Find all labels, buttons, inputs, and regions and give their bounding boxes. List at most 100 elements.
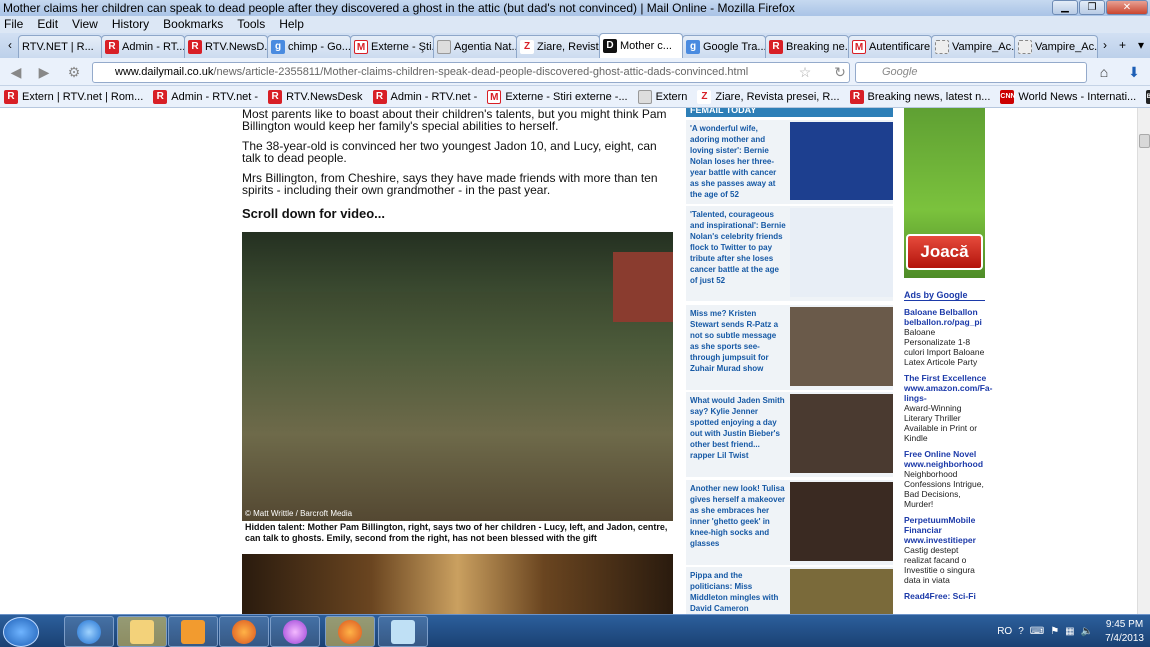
menu-item[interactable]: Edit — [37, 16, 58, 33]
new-tab-icon[interactable]: + — [1113, 33, 1132, 58]
bookmark-item[interactable]: R Extern | RTV.net | Rom... — [4, 89, 143, 104]
tab-5[interactable]: Agentia Nat... — [433, 35, 517, 58]
tab-4[interactable]: M Externe - Şti... — [350, 35, 434, 58]
femail-item[interactable]: What would Jaden Smith say? Kylie Jenner… — [686, 392, 893, 477]
start-button[interactable] — [3, 617, 39, 647]
tab-scroll-left-icon[interactable]: ‹ — [2, 33, 18, 58]
femail-item-thumbnail[interactable] — [790, 569, 893, 614]
reload-icon[interactable]: ↻ — [830, 62, 850, 82]
ad-url[interactable]: belballon.ro/pag_pi — [904, 317, 987, 327]
ad-headline[interactable]: Free Online Novel — [904, 449, 987, 459]
tab-10[interactable]: M Autentificare — [848, 35, 932, 58]
search-input[interactable]: Google — [855, 62, 1087, 83]
network-icon[interactable]: ▦ — [1065, 626, 1074, 637]
bookmark-item[interactable]: R Admin - RTV.net - — [153, 89, 258, 104]
page-content: Most parents like to boast about their c… — [0, 108, 1137, 614]
back-button[interactable]: ◀ — [6, 62, 26, 82]
clock[interactable]: 9:45 PM 7/4/2013 — [1105, 618, 1144, 646]
navigation-bar: ◀ ▶ ⚙ www.dailymail.co.uk/news/article-2… — [0, 58, 1150, 86]
bookmark-item[interactable]: CNN World News - Internati... — [1000, 89, 1136, 104]
bookmark-star-icon[interactable]: ☆ — [795, 62, 815, 82]
femail-item[interactable]: Pippa and the politicians: Miss Middleto… — [686, 567, 893, 614]
femail-item-thumbnail[interactable] — [790, 208, 893, 297]
tab-scroll-right-icon[interactable]: › — [1097, 33, 1113, 58]
femail-item-thumbnail[interactable] — [790, 394, 893, 473]
language-indicator[interactable]: RO — [997, 626, 1012, 637]
menu-item[interactable]: Help — [279, 16, 304, 33]
flag-icon[interactable]: ⚑ — [1050, 626, 1059, 637]
femail-item-headline[interactable]: Miss me? Kristen Stewart sends R-Patz a … — [686, 305, 786, 390]
femail-item-headline[interactable]: 'A wonderful wife, adoring mother and lo… — [686, 120, 786, 204]
tab-1[interactable]: R Admin - RT... — [101, 35, 185, 58]
tab-7[interactable]: D Mother c... — [599, 33, 683, 58]
femail-item-headline[interactable]: 'Talented, courageous and inspirational'… — [686, 206, 786, 301]
taskbar-media-icon[interactable] — [168, 616, 218, 647]
menu-item[interactable]: Tools — [237, 16, 265, 33]
maximize-button[interactable]: ❐ — [1079, 0, 1105, 15]
femail-item-headline[interactable]: What would Jaden Smith say? Kylie Jenner… — [686, 392, 786, 477]
taskbar-app-icon[interactable] — [378, 616, 428, 647]
bookmark-item[interactable]: R Breaking news, latest n... — [849, 89, 990, 104]
ad-headline[interactable]: Baloane Belballon — [904, 307, 987, 317]
menu-item[interactable]: History — [112, 16, 149, 33]
ad-headline[interactable]: PerpetuumMobile Financiar — [904, 515, 987, 535]
femail-item[interactable]: Miss me? Kristen Stewart sends R-Patz a … — [686, 305, 893, 390]
femail-item-headline[interactable]: Pippa and the politicians: Miss Middleto… — [686, 567, 786, 614]
taskbar-ie-icon[interactable] — [64, 616, 114, 647]
ad-url[interactable]: www.investitieper — [904, 535, 987, 545]
address-bar[interactable]: www.dailymail.co.uk/news/article-2355811… — [92, 62, 850, 83]
femail-item-thumbnail[interactable] — [790, 482, 893, 561]
ad-url[interactable]: www.neighborhood — [904, 459, 987, 469]
ad-description: Neighborhood Confessions Intrigue, Bad D… — [904, 469, 984, 509]
tab-12[interactable]: Vampire_Ac... — [1014, 35, 1098, 58]
minimize-button[interactable]: ▁ — [1052, 0, 1078, 15]
femail-item[interactable]: Another new look! Tulisa gives herself a… — [686, 480, 893, 565]
bookmark-item[interactable]: M Externe - Stiri externe -... — [487, 89, 628, 104]
volume-icon[interactable]: 🔈 — [1081, 626, 1093, 637]
ads-by-google-label[interactable]: Ads by Google — [904, 290, 985, 301]
scrollbar-thumb[interactable] — [1139, 134, 1150, 148]
tab-9[interactable]: R Breaking ne... — [765, 35, 849, 58]
femail-item[interactable]: 'Talented, courageous and inspirational'… — [686, 206, 893, 301]
tab-2[interactable]: R RTV.NewsD... — [184, 35, 268, 58]
home-icon[interactable]: ⌂ — [1094, 62, 1114, 82]
close-button[interactable]: ✕ — [1106, 0, 1148, 15]
bookmark-item[interactable]: BBCBBC News - Home — [1146, 89, 1150, 104]
tab-8[interactable]: g Google Tra... — [682, 35, 766, 58]
bookmark-item[interactable]: R RTV.NewsDesk — [268, 89, 363, 104]
femail-item-thumbnail[interactable] — [790, 307, 893, 386]
femail-item-thumbnail[interactable] — [790, 122, 893, 200]
second-article-photo[interactable] — [242, 554, 673, 614]
taskbar-explorer-icon[interactable] — [117, 616, 167, 647]
taskbar-firefox-active-icon[interactable] — [325, 616, 375, 647]
taskbar-firefox-icon[interactable] — [219, 616, 269, 647]
history-dropdown-icon[interactable]: ⚙ — [64, 62, 84, 82]
help-icon[interactable]: ? — [1018, 626, 1024, 637]
menu-item[interactable]: File — [4, 16, 23, 33]
bookmark-item[interactable]: R Admin - RTV.net - — [372, 89, 477, 104]
ad-headline[interactable]: Read4Free: Sci-Fi — [904, 591, 987, 601]
keyboard-icon[interactable]: ⌨ — [1030, 626, 1044, 637]
tab-6[interactable]: ZZiare, Revist... — [516, 35, 600, 58]
play-ad-button[interactable]: Joacă — [906, 234, 983, 270]
download-icon[interactable]: ⬇ — [1124, 62, 1144, 82]
ad-url[interactable]: www.amazon.com/Fa-lings- — [904, 383, 992, 403]
article-photo[interactable]: © Matt Writtle / Barcroft Media — [242, 232, 673, 521]
bookmark-label: RTV.NewsDesk — [286, 90, 363, 103]
bookmark-item[interactable]: Z Ziare, Revista presei, R... — [697, 89, 840, 104]
cnn-favicon-icon: CNN — [1000, 89, 1016, 104]
tab-0[interactable]: RTV.NET | R... — [18, 35, 102, 58]
tab-3[interactable]: g chimp - Go... — [267, 35, 351, 58]
bookmark-item[interactable]: Extern — [637, 89, 687, 104]
tab-11[interactable]: Vampire_Ac... — [931, 35, 1015, 58]
menu-item[interactable]: View — [72, 16, 98, 33]
tab-bar: ‹ RTV.NET | R... R Admin - RT... R RTV.NewsD.… — [0, 33, 1150, 58]
taskbar-messenger-icon[interactable] — [270, 616, 320, 647]
femail-item[interactable]: 'A wonderful wife, adoring mother and lo… — [686, 120, 893, 204]
ad-headline[interactable]: The First Excellence — [904, 373, 987, 383]
tab-list-icon[interactable]: ▾ — [1132, 33, 1150, 58]
forward-button[interactable]: ▶ — [34, 62, 54, 82]
menu-item[interactable]: Bookmarks — [163, 16, 223, 33]
femail-item-headline[interactable]: Another new look! Tulisa gives herself a… — [686, 480, 786, 565]
vertical-scrollbar[interactable] — [1137, 108, 1150, 614]
